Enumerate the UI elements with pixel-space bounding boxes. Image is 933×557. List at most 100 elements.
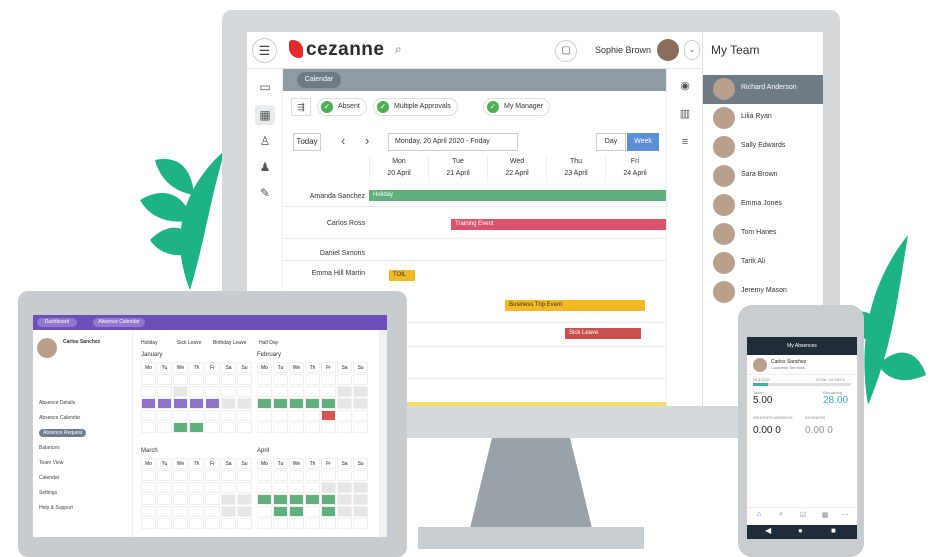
- home-icon[interactable]: ⌂: [753, 511, 765, 518]
- calendar-day[interactable]: [289, 398, 304, 409]
- calendar-day[interactable]: [273, 374, 288, 385]
- calendar-day[interactable]: [289, 506, 304, 517]
- breadcrumb[interactable]: Calendar: [297, 72, 341, 88]
- absence-bar[interactable]: Holiday: [369, 190, 666, 201]
- calendar-day[interactable]: [205, 410, 220, 421]
- filter-chip-approvals[interactable]: ✓ Multiple Approvals: [373, 98, 458, 116]
- nav-person-icon[interactable]: ♙: [255, 131, 275, 151]
- calendar-day[interactable]: [173, 386, 188, 397]
- calendar-day[interactable]: [305, 518, 320, 529]
- calendar-day[interactable]: [173, 506, 188, 517]
- calendar-day[interactable]: [205, 398, 220, 409]
- calendar-day[interactable]: [305, 506, 320, 517]
- calendar-day[interactable]: [289, 422, 304, 433]
- calendar-day[interactable]: [189, 518, 204, 529]
- calendar-day[interactable]: [273, 470, 288, 481]
- team-member[interactable]: Emma Jones: [703, 191, 823, 220]
- calendar-day[interactable]: [337, 506, 352, 517]
- calendar-day[interactable]: [257, 410, 272, 421]
- calendar-day[interactable]: [321, 410, 336, 421]
- team-member[interactable]: Tom Hanes: [703, 220, 823, 249]
- next-arrow-icon[interactable]: ›: [365, 133, 369, 148]
- team-member[interactable]: Lilia Ryan: [703, 104, 823, 133]
- absence-bar[interactable]: Sick Leave: [565, 328, 641, 339]
- tab-pill[interactable]: Dashboard: [37, 318, 77, 327]
- calendar-day[interactable]: [205, 374, 220, 385]
- calendar-day[interactable]: [157, 506, 172, 517]
- absence-bar[interactable]: Training Event: [451, 219, 666, 230]
- calendar-day[interactable]: [305, 470, 320, 481]
- calendar-day[interactable]: [157, 422, 172, 433]
- calendar-day[interactable]: [321, 422, 336, 433]
- calendar-day[interactable]: [273, 518, 288, 529]
- calendar-day[interactable]: [337, 518, 352, 529]
- calendar-day[interactable]: [321, 506, 336, 517]
- list-icon[interactable]: ≡: [676, 133, 694, 151]
- chevron-down-icon[interactable]: ⌄: [684, 40, 700, 60]
- calendar-day[interactable]: [353, 374, 368, 385]
- calendar-day[interactable]: [221, 386, 236, 397]
- calendar-day[interactable]: [221, 494, 236, 505]
- calendar-day[interactable]: [273, 482, 288, 493]
- prev-arrow-icon[interactable]: ‹: [341, 133, 345, 148]
- calendar-day[interactable]: [321, 494, 336, 505]
- calendar-day[interactable]: [237, 494, 252, 505]
- calendar-day[interactable]: [173, 374, 188, 385]
- calendar-day[interactable]: [353, 398, 368, 409]
- calendar-day[interactable]: [353, 482, 368, 493]
- absence-bar[interactable]: [369, 402, 666, 406]
- calendar-day[interactable]: [353, 410, 368, 421]
- calendar-day[interactable]: [205, 494, 220, 505]
- team-member[interactable]: Sara Brown: [703, 162, 823, 191]
- calendar-day[interactable]: [221, 482, 236, 493]
- filter-chip-absent[interactable]: ✓ Absent: [317, 98, 367, 116]
- logo[interactable]: cezanne: [289, 39, 384, 61]
- calendar-day[interactable]: [141, 494, 156, 505]
- calendar-day[interactable]: [205, 386, 220, 397]
- filter-icon[interactable]: ⇶: [291, 98, 311, 116]
- scrollbar[interactable]: [379, 330, 387, 537]
- menu-item[interactable]: Team View: [39, 460, 63, 466]
- calendar-day[interactable]: [173, 518, 188, 529]
- calendar-day[interactable]: [257, 470, 272, 481]
- calendar-day[interactable]: [321, 518, 336, 529]
- calendar-day[interactable]: [205, 470, 220, 481]
- calendar-day[interactable]: [189, 506, 204, 517]
- calendar-day[interactable]: [321, 386, 336, 397]
- calendar-day[interactable]: [353, 494, 368, 505]
- calendar-day[interactable]: [221, 422, 236, 433]
- menu-item[interactable]: Absence Calendar: [39, 415, 80, 421]
- calendar-day[interactable]: [189, 374, 204, 385]
- calendar-day[interactable]: [173, 482, 188, 493]
- menu-item[interactable]: Help & Support: [39, 505, 73, 511]
- calendar-day[interactable]: [157, 518, 172, 529]
- calendar-day[interactable]: [337, 410, 352, 421]
- calendar-day[interactable]: [173, 410, 188, 421]
- team-member[interactable]: Tarik Ali: [703, 249, 823, 278]
- calendar-day[interactable]: [173, 398, 188, 409]
- calendar-day[interactable]: [237, 422, 252, 433]
- calendar-day[interactable]: [257, 422, 272, 433]
- calendar-day[interactable]: [189, 482, 204, 493]
- back-icon[interactable]: ◀: [765, 526, 771, 535]
- calendar-day[interactable]: [353, 386, 368, 397]
- calendar-day[interactable]: [273, 410, 288, 421]
- calendar-day[interactable]: [257, 398, 272, 409]
- menu-item[interactable]: Absence Details: [39, 400, 75, 406]
- calendar-day[interactable]: [173, 494, 188, 505]
- calendar-day[interactable]: [237, 506, 252, 517]
- calendar-day[interactable]: [289, 386, 304, 397]
- building-icon[interactable]: ▥: [676, 105, 694, 123]
- filter-chip-manager[interactable]: ✓ My Manager: [483, 98, 550, 116]
- calendar-day[interactable]: [337, 386, 352, 397]
- menu-item[interactable]: Settings: [39, 490, 57, 496]
- calendar-day[interactable]: [273, 398, 288, 409]
- day-view-button[interactable]: Day: [596, 133, 626, 151]
- menu-item[interactable]: Absence Request: [39, 429, 87, 437]
- calendar-day[interactable]: [141, 374, 156, 385]
- calendar-day[interactable]: [321, 374, 336, 385]
- nav-dashboard-icon[interactable]: ▭: [255, 77, 275, 97]
- calendar-day[interactable]: [353, 518, 368, 529]
- calendar-day[interactable]: [237, 410, 252, 421]
- calendar-day[interactable]: [353, 470, 368, 481]
